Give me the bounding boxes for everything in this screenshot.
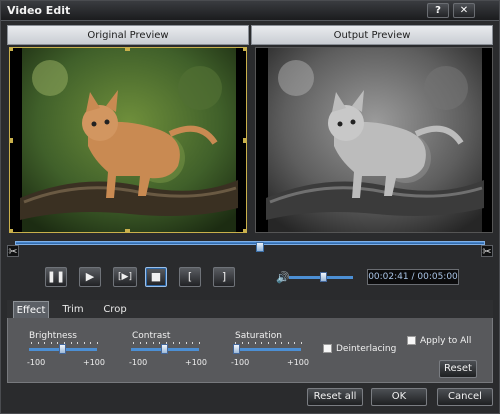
brightness-min: -100 (27, 358, 46, 367)
kitten-image-grayscale (256, 48, 492, 232)
help-button[interactable]: ? (427, 3, 449, 18)
slider-tick (192, 342, 194, 344)
step-forward-button[interactable]: ▶ (79, 267, 101, 287)
mark-out-button[interactable]: ] (213, 267, 235, 287)
slider-tick (199, 342, 200, 344)
output-preview-video (255, 47, 493, 233)
deinterlacing-label: Deinterlacing (336, 344, 397, 354)
crop-handle[interactable] (10, 229, 13, 232)
reset-all-button[interactable]: Reset all (307, 388, 363, 406)
slider-tick (31, 342, 32, 344)
crop-handle[interactable] (10, 48, 13, 51)
cancel-button[interactable]: Cancel (437, 388, 493, 406)
output-preview-header: Output Preview (251, 25, 493, 45)
crop-handle[interactable] (243, 48, 246, 51)
brightness-slider[interactable] (29, 344, 97, 354)
stop-button[interactable]: ■ (145, 267, 167, 287)
slider-tick (83, 342, 85, 344)
contrast-max: +100 (185, 358, 207, 367)
slider-tick (44, 342, 46, 344)
slider-tick (179, 342, 181, 344)
slider-tick (77, 342, 79, 344)
slider-tick (139, 342, 141, 344)
saturation-thumb[interactable] (233, 344, 240, 354)
brightness-label: Brightness (29, 331, 77, 341)
timeline-position-thumb[interactable] (256, 242, 265, 252)
slider-tick (301, 342, 302, 344)
saturation-max: +100 (287, 358, 309, 367)
saturation-min: -100 (231, 358, 250, 367)
frame-step-button[interactable]: [▶] (113, 267, 137, 287)
apply-to-all-label: Apply to All (420, 336, 472, 346)
slider-tick (281, 342, 283, 344)
saturation-slider[interactable] (233, 344, 301, 354)
slider-tick (97, 342, 98, 344)
contrast-min: -100 (129, 358, 148, 367)
time-display: 00:02:41 / 00:05:00 (367, 269, 459, 285)
slider-tick (37, 342, 39, 344)
kitten-image (10, 48, 246, 232)
volume-slider[interactable] (289, 272, 353, 282)
slider-tick (248, 342, 250, 344)
original-preview-header: Original Preview (7, 25, 249, 45)
crop-handle[interactable] (10, 138, 13, 143)
scissors-icon[interactable]: ✂ (481, 245, 493, 258)
reset-button[interactable]: Reset (439, 360, 477, 378)
crop-handle[interactable] (243, 138, 246, 143)
tab-effect[interactable]: Effect (13, 301, 49, 318)
mark-in-button[interactable]: [ (179, 267, 201, 287)
slider-tick (287, 342, 289, 344)
slider-tick (90, 342, 92, 344)
title-bar: Video Edit ? ✕ (1, 1, 499, 21)
timeline-track[interactable] (15, 241, 485, 252)
speaker-icon[interactable]: 🔊 (276, 271, 290, 284)
original-preview-video[interactable] (9, 47, 247, 233)
crop-handle[interactable] (125, 48, 130, 51)
volume-thumb[interactable] (320, 272, 328, 282)
scissors-icon[interactable]: ✂ (7, 245, 19, 258)
slider-tick (274, 342, 276, 344)
contrast-slider[interactable] (131, 344, 199, 354)
tab-trim[interactable]: Trim (55, 301, 91, 318)
slider-tick (254, 342, 256, 344)
slider-tick (50, 342, 52, 344)
ok-button[interactable]: OK (371, 388, 427, 406)
video-edit-window: Video Edit ? ✕ Original Preview Output P… (0, 0, 500, 414)
slider-tick (133, 342, 134, 344)
timeline: ✂ ✂ (7, 237, 493, 259)
slider-tick (241, 342, 243, 344)
apply-to-all-checkbox[interactable] (407, 336, 416, 345)
tab-crop[interactable]: Crop (97, 301, 133, 318)
close-button[interactable]: ✕ (453, 3, 475, 18)
slider-tick (261, 342, 263, 344)
slider-tick (268, 342, 269, 344)
slider-tick (70, 342, 72, 344)
crop-handle[interactable] (243, 229, 246, 232)
brightness-thumb[interactable] (59, 344, 66, 354)
slider-tick (294, 342, 296, 344)
slider-tick (152, 342, 154, 344)
contrast-label: Contrast (132, 331, 171, 341)
slider-tick (185, 342, 187, 344)
contrast-thumb[interactable] (161, 344, 168, 354)
window-title: Video Edit (7, 4, 71, 17)
deinterlacing-checkbox[interactable] (323, 344, 332, 353)
pause-button[interactable]: ❚❚ (45, 267, 67, 287)
brightness-max: +100 (83, 358, 105, 367)
slider-tick (172, 342, 174, 344)
slider-tick (146, 342, 148, 344)
saturation-label: Saturation (235, 331, 282, 341)
crop-handle[interactable] (125, 229, 130, 232)
